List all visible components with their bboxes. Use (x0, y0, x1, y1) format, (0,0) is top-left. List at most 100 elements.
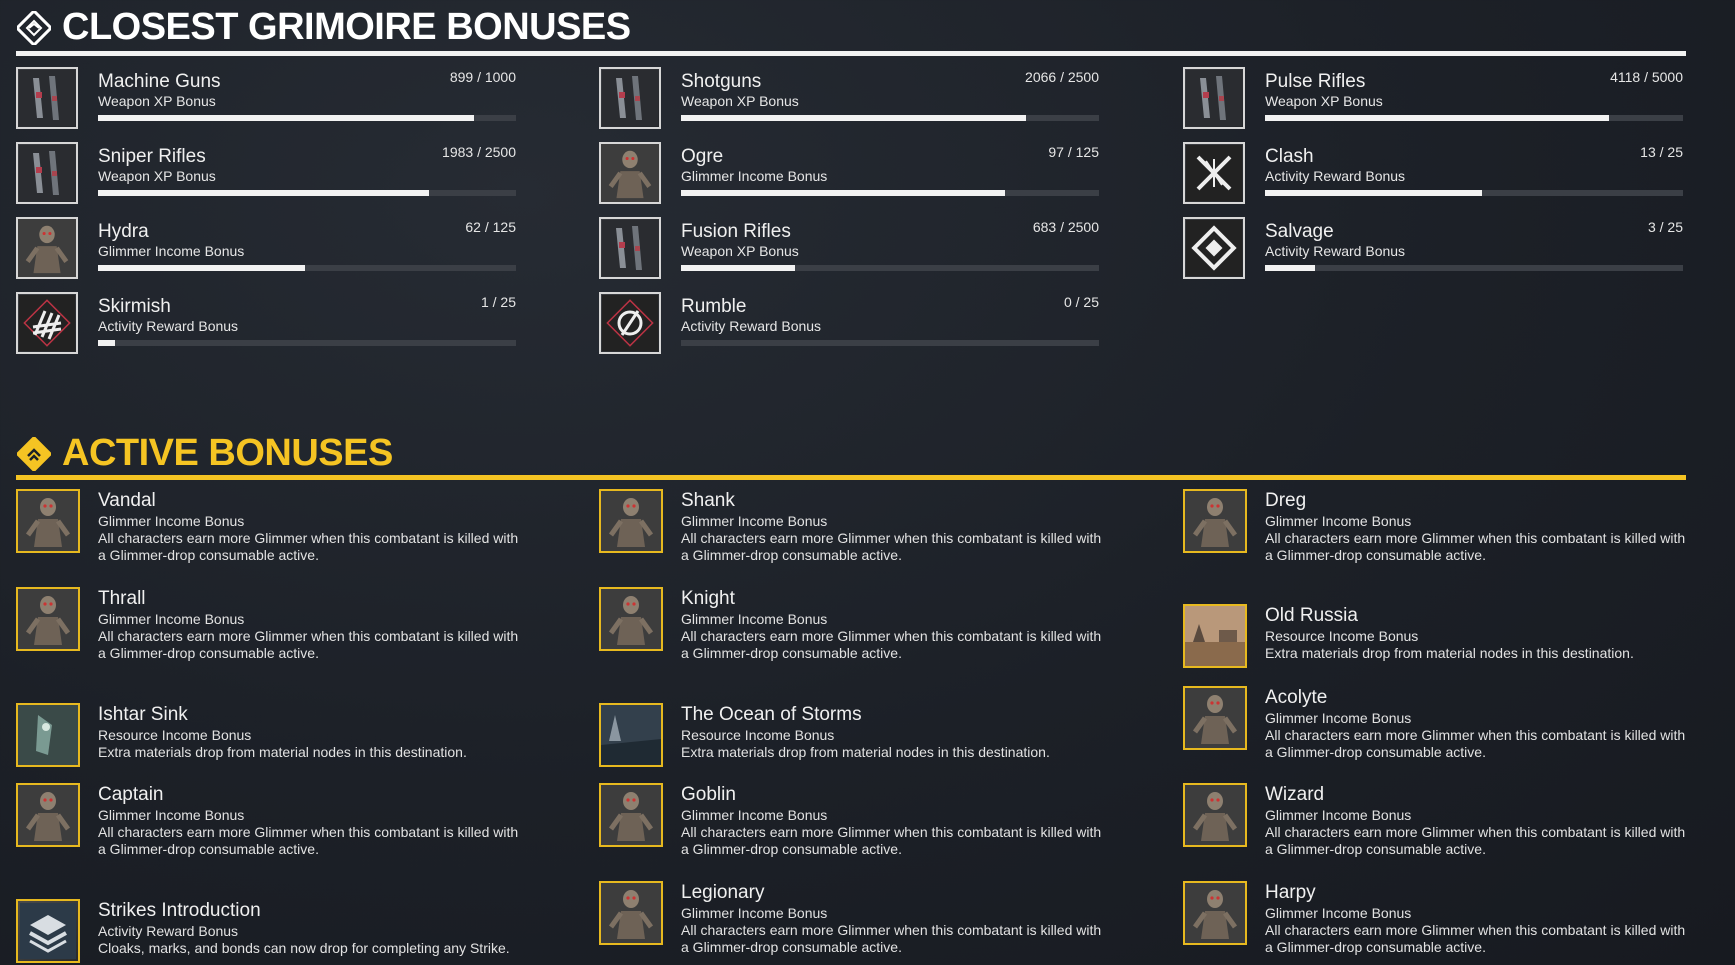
active-bonus-type: Resource Income Bonus (98, 727, 252, 743)
grimoire-bonus-salvage[interactable]: Salvage Activity Reward Bonus 3 / 25 (1183, 217, 1683, 283)
active-bonus-description: Extra materials drop from material nodes… (1265, 645, 1634, 661)
grimoire-bonus-ogre[interactable]: Ogre Glimmer Income Bonus 97 / 125 (599, 142, 1099, 208)
grimoire-bonus-type: Activity Reward Bonus (98, 318, 239, 334)
shank-icon (599, 489, 663, 553)
grimoire-bonus-name: Machine Guns (98, 71, 221, 92)
old-russia-icon (1183, 604, 1247, 668)
grimoire-bonus-progress: 899 / 1000 (449, 69, 516, 85)
grimoire-bonus-type: Glimmer Income Bonus (98, 243, 245, 259)
active-bonus-description: All characters earn more Glimmer when th… (98, 824, 519, 857)
acolyte-icon (1183, 686, 1247, 750)
grimoire-bonus-progress: 1 / 25 (480, 294, 516, 310)
grimoire-section-header: CLOSEST GRIMOIRE BONUSES (16, 6, 1686, 49)
grimoire-progress-fill (681, 190, 1006, 196)
grimoire-progress-fill (1265, 265, 1316, 271)
grimoire-bonus-clash[interactable]: Clash Activity Reward Bonus 13 / 25 (1183, 142, 1683, 208)
grimoire-bonus-sniper-rifles[interactable]: Sniper Rifles Weapon XP Bonus 1983 / 2500 (16, 142, 516, 208)
grimoire-progress-fill (681, 265, 796, 271)
grimoire-bonus-type: Weapon XP Bonus (98, 93, 216, 109)
grimoire-progress-bar (1265, 115, 1683, 121)
grimoire-bonus-skirmish[interactable]: Skirmish Activity Reward Bonus 1 / 25 (16, 292, 516, 358)
grimoire-bonus-machine-guns[interactable]: Machine Guns Weapon XP Bonus 899 / 1000 (16, 67, 516, 133)
grimoire-bonus-progress: 13 / 25 (1640, 144, 1683, 160)
active-bonus-type: Resource Income Bonus (681, 727, 835, 743)
goblin-icon (599, 783, 663, 847)
grimoire-divider (16, 51, 1686, 56)
active-bonus-description: All characters earn more Glimmer when th… (681, 922, 1102, 955)
active-bonus-name: Dreg (1265, 490, 1307, 511)
ogre-icon (599, 142, 661, 204)
grimoire-bonus-progress: 0 / 25 (1063, 294, 1099, 310)
grimoire-progress-bar (98, 115, 516, 121)
grimoire-diamond-icon (16, 10, 52, 46)
grimoire-progress-bar (681, 265, 1099, 271)
grimoire-progress-bar (98, 340, 516, 346)
active-bonus-type: Glimmer Income Bonus (1265, 905, 1412, 921)
active-diamond-icon (16, 436, 52, 472)
grimoire-progress-bar (1265, 265, 1683, 271)
grimoire-bonus-hydra[interactable]: Hydra Glimmer Income Bonus 62 / 125 (16, 217, 516, 283)
grimoire-bonus-progress: 2066 / 2500 (1025, 69, 1099, 85)
grimoire-bonus-shotguns[interactable]: Shotguns Weapon XP Bonus 2066 / 2500 (599, 67, 1099, 133)
active-bonus-description: All characters earn more Glimmer when th… (1265, 922, 1686, 955)
active-bonus-type: Activity Reward Bonus (98, 923, 239, 939)
grimoire-bonus-name: Hydra (98, 221, 149, 242)
active-bonus-type: Glimmer Income Bonus (1265, 710, 1412, 726)
vandal-icon (16, 489, 80, 553)
active-bonus-type: Glimmer Income Bonus (1265, 513, 1412, 529)
grimoire-progress-fill (1265, 115, 1610, 121)
skirmish-icon (16, 292, 78, 354)
grimoire-bonus-progress: 97 / 125 (1048, 144, 1099, 160)
grimoire-bonus-rumble[interactable]: Rumble Activity Reward Bonus 0 / 25 (599, 292, 1099, 358)
active-section-title: ACTIVE BONUSES (62, 432, 393, 474)
strikes-icon (16, 899, 80, 963)
grimoire-bonus-type: Weapon XP Bonus (1265, 93, 1383, 109)
ocean-of-storms-icon (599, 703, 663, 767)
active-bonus-name: The Ocean of Storms (681, 704, 862, 725)
grimoire-bonus-type: Activity Reward Bonus (681, 318, 822, 334)
knight-icon (599, 587, 663, 651)
active-bonus-type: Glimmer Income Bonus (1265, 807, 1412, 823)
legionary-icon (599, 881, 663, 945)
hydra-icon (16, 217, 78, 279)
grimoire-progress-fill (98, 190, 430, 196)
active-section-header: ACTIVE BONUSES (16, 432, 1686, 475)
grimoire-progress-fill (98, 340, 115, 346)
grimoire-bonus-type: Glimmer Income Bonus (681, 168, 828, 184)
pulse-rifle-icon (1183, 67, 1245, 129)
active-bonus-description: All characters earn more Glimmer when th… (681, 628, 1102, 661)
harpy-icon (1183, 881, 1247, 945)
active-bonus-name: Acolyte (1265, 687, 1328, 708)
captain-icon (16, 783, 80, 847)
grimoire-progress-bar (681, 190, 1099, 196)
grimoire-bonus-fusion-rifles[interactable]: Fusion Rifles Weapon XP Bonus 683 / 2500 (599, 217, 1099, 283)
active-bonus-type: Glimmer Income Bonus (681, 807, 828, 823)
shotgun-icon (599, 67, 661, 129)
active-bonus-name: Harpy (1265, 882, 1316, 903)
grimoire-bonus-name: Skirmish (98, 296, 171, 317)
grimoire-section-title: CLOSEST GRIMOIRE BONUSES (62, 6, 631, 48)
grimoire-bonus-type: Activity Reward Bonus (1265, 243, 1406, 259)
grimoire-bonus-name: Ogre (681, 146, 724, 167)
grimoire-progress-bar (98, 265, 516, 271)
grimoire-bonus-pulse-rifles[interactable]: Pulse Rifles Weapon XP Bonus 4118 / 5000 (1183, 67, 1683, 133)
active-bonus-type: Glimmer Income Bonus (98, 611, 245, 627)
active-bonus-description: All characters earn more Glimmer when th… (681, 824, 1102, 857)
grimoire-progress-bar (681, 340, 1099, 346)
sniper-rifle-icon (16, 142, 78, 204)
grimoire-bonus-progress: 62 / 125 (465, 219, 516, 235)
active-divider (16, 475, 1686, 480)
active-bonus-name: Thrall (98, 588, 146, 609)
grimoire-bonus-name: Shotguns (681, 71, 762, 92)
rumble-icon (599, 292, 661, 354)
active-bonus-type: Glimmer Income Bonus (681, 513, 828, 529)
ishtar-sink-icon (16, 703, 80, 767)
active-bonus-type: Resource Income Bonus (1265, 628, 1419, 644)
active-bonus-description: All characters earn more Glimmer when th… (98, 628, 519, 661)
clash-icon (1183, 142, 1245, 204)
active-bonus-description: All characters earn more Glimmer when th… (681, 530, 1102, 563)
grimoire-progress-bar (1265, 190, 1683, 196)
grimoire-bonus-progress: 3 / 25 (1647, 219, 1683, 235)
wizard-icon (1183, 783, 1247, 847)
active-bonus-type: Glimmer Income Bonus (98, 513, 245, 529)
